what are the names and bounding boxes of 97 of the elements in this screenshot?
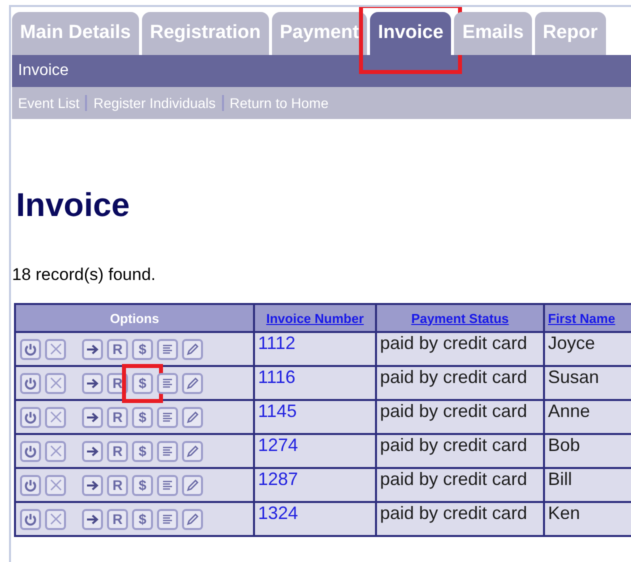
power-icon bbox=[24, 478, 37, 492]
pencil-button[interactable] bbox=[182, 406, 203, 428]
option-button[interactable]: R bbox=[107, 338, 128, 360]
table-cell: paid by credit card bbox=[376, 468, 544, 502]
arrow-right-icon bbox=[86, 446, 99, 456]
list-button[interactable] bbox=[157, 508, 178, 530]
list-icon bbox=[162, 344, 173, 354]
list-button[interactable] bbox=[157, 372, 178, 394]
arrow-button[interactable] bbox=[82, 508, 103, 530]
table-cell: paid by credit card bbox=[376, 400, 544, 434]
close-icon bbox=[50, 411, 62, 423]
invoice-link[interactable]: 1145 bbox=[258, 401, 297, 421]
sort-link[interactable]: Invoice Number bbox=[266, 310, 364, 326]
list-icon bbox=[162, 378, 173, 388]
pencil-icon bbox=[186, 410, 199, 424]
power-icon bbox=[24, 342, 37, 356]
pencil-button[interactable] bbox=[182, 372, 203, 394]
table-cell: Bill bbox=[544, 468, 631, 502]
list-button[interactable] bbox=[157, 338, 178, 360]
close-button[interactable] bbox=[45, 406, 66, 428]
arrow-right-icon bbox=[86, 480, 99, 490]
table-cell: Susan bbox=[544, 366, 631, 400]
close-icon bbox=[50, 513, 62, 525]
option-button[interactable]: $ bbox=[132, 508, 153, 530]
arrow-right-icon bbox=[86, 378, 99, 388]
arrow-button[interactable] bbox=[82, 474, 103, 496]
power-button[interactable] bbox=[20, 372, 41, 394]
table-cell: Ken bbox=[544, 502, 631, 536]
record-count: 18 record(s) found. bbox=[12, 265, 157, 285]
power-button[interactable] bbox=[20, 508, 41, 530]
invoice-link[interactable]: 1287 bbox=[258, 469, 298, 489]
list-icon bbox=[162, 480, 173, 490]
pencil-icon bbox=[186, 376, 199, 390]
list-icon bbox=[162, 514, 173, 524]
arrow-right-icon bbox=[86, 344, 99, 354]
power-icon bbox=[24, 512, 37, 526]
list-button[interactable] bbox=[157, 474, 178, 496]
close-button[interactable] bbox=[45, 440, 66, 462]
close-button[interactable] bbox=[45, 372, 66, 394]
pencil-icon bbox=[186, 444, 199, 458]
table-cell: Joyce bbox=[544, 332, 631, 366]
table-cell: paid by credit card bbox=[376, 366, 544, 400]
option-button[interactable]: $ bbox=[132, 406, 153, 428]
table-cell: paid by credit card bbox=[376, 502, 544, 536]
section-title: Invoice bbox=[12, 55, 631, 87]
option-button[interactable]: R bbox=[107, 474, 128, 496]
tab[interactable]: Invoice bbox=[370, 12, 452, 55]
table-cell: paid by credit card bbox=[376, 332, 544, 366]
arrow-button[interactable] bbox=[82, 372, 103, 394]
power-button[interactable] bbox=[20, 440, 41, 462]
table-cell: Anne bbox=[544, 400, 631, 434]
power-button[interactable] bbox=[20, 474, 41, 496]
invoice-link[interactable]: 1274 bbox=[258, 435, 298, 455]
power-button[interactable] bbox=[20, 338, 41, 360]
pencil-button[interactable] bbox=[182, 338, 203, 360]
close-icon bbox=[50, 479, 62, 491]
arrow-button[interactable] bbox=[82, 406, 103, 428]
pencil-button[interactable] bbox=[182, 440, 203, 462]
list-button[interactable] bbox=[157, 406, 178, 428]
close-button[interactable] bbox=[45, 474, 66, 496]
option-button[interactable]: $ bbox=[132, 372, 153, 394]
invoice-link[interactable]: 1112 bbox=[258, 333, 296, 353]
pencil-icon bbox=[186, 342, 199, 356]
option-button[interactable]: $ bbox=[132, 474, 153, 496]
close-icon bbox=[50, 445, 62, 457]
page-heading: Invoice bbox=[16, 185, 131, 225]
power-icon bbox=[24, 444, 37, 458]
close-icon bbox=[50, 377, 62, 389]
table-cell: Bob bbox=[544, 434, 631, 468]
arrow-right-icon bbox=[86, 412, 99, 422]
pencil-icon bbox=[186, 478, 199, 492]
pencil-button[interactable] bbox=[182, 474, 203, 496]
arrow-button[interactable] bbox=[82, 338, 103, 360]
power-icon bbox=[24, 376, 37, 390]
column-title: Options bbox=[110, 310, 160, 326]
invoice-link[interactable]: 1324 bbox=[258, 503, 298, 523]
power-button[interactable] bbox=[20, 406, 41, 428]
arrow-right-icon bbox=[86, 514, 99, 524]
option-button[interactable]: R bbox=[107, 508, 128, 530]
list-icon bbox=[162, 412, 173, 422]
pencil-icon bbox=[186, 512, 199, 526]
option-button[interactable]: R bbox=[107, 406, 128, 428]
invoice-link[interactable]: 1116 bbox=[258, 367, 296, 387]
power-icon bbox=[24, 410, 37, 424]
pencil-button[interactable] bbox=[182, 508, 203, 530]
option-button[interactable]: $ bbox=[132, 338, 153, 360]
close-button[interactable] bbox=[45, 338, 66, 360]
option-button[interactable]: $ bbox=[132, 440, 153, 462]
sort-link[interactable]: Payment Status bbox=[411, 310, 509, 326]
list-button[interactable] bbox=[157, 440, 178, 462]
close-button[interactable] bbox=[45, 508, 66, 530]
close-icon bbox=[50, 343, 62, 355]
sort-link[interactable]: First Name bbox=[548, 310, 616, 326]
list-icon bbox=[162, 446, 173, 456]
option-button[interactable]: R bbox=[107, 440, 128, 462]
table-cell: paid by credit card bbox=[376, 434, 544, 468]
arrow-button[interactable] bbox=[82, 440, 103, 462]
